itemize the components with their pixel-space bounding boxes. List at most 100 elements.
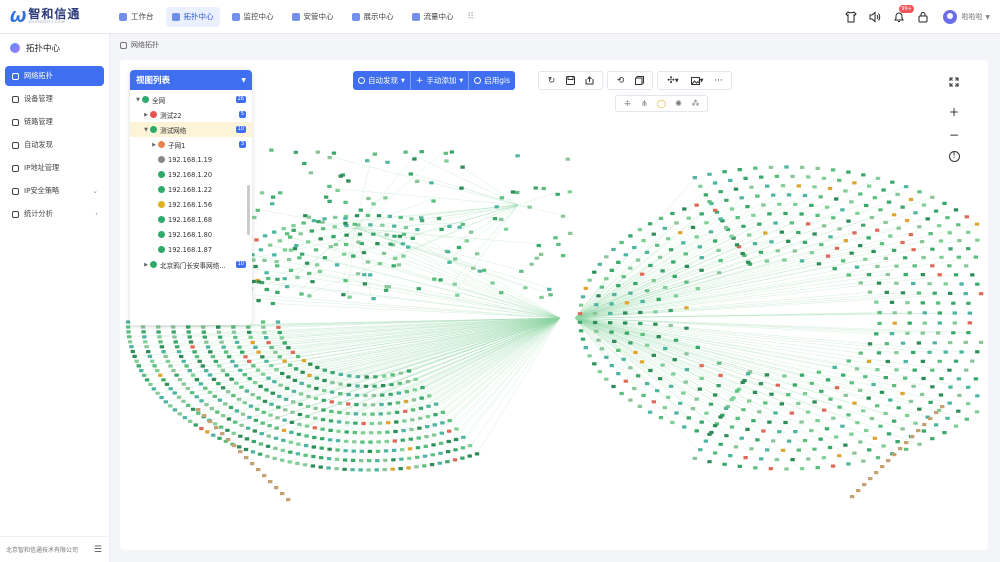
tree-node-label: 北京鸦门长安事网络... [160,261,226,270]
node-count-badge: 5 [238,111,246,118]
nav-item-2[interactable]: 监控中心 [226,7,280,27]
menu-item-icon [12,72,19,80]
notification-badge: 99+ [899,5,914,13]
view-list-header[interactable]: 视图列表 ▼ [130,70,252,90]
collapse-sidebar-icon[interactable]: ☰ [94,545,102,555]
tree-node[interactable]: 192.168.1.19 [130,152,252,167]
sidebar-menu: 网络拓扑设备管理链路管理自动发现 IP地址管理 IP安全策略 ⌄ 统计分析 › [0,62,109,231]
gis-icon [474,77,482,84]
sidebar-item-label: 自动发现 [24,140,53,149]
node-status-icon [158,231,165,238]
main-nav: 工作台 拓扑中心 监控中心 安管中心 展示中心 流量中心 ⠿ [113,0,474,34]
auto-discover-label: 自动发现 [368,76,398,85]
node-count-badge: 3 [238,141,246,148]
nav-item-0[interactable]: 工作台 [113,7,160,27]
nav-item-5[interactable]: 流量中心 [406,7,460,27]
expand-toggle-icon[interactable]: ▶ [150,142,158,148]
node-status-icon [150,126,157,133]
chevron-down-icon[interactable]: ▼ [241,77,246,84]
primary-toolbar: 自动发现 ▼ + 手动添加 ▼ 启用gis [353,71,516,90]
logo-mark-icon: Ѡ [10,7,26,26]
sidebar-item-2[interactable]: 链路管理 [5,112,104,132]
tree-node[interactable]: 192.168.1.87 [130,242,252,257]
node-status-icon [150,261,157,268]
circle-layout-icon[interactable]: ◯ [655,97,668,110]
menu-item-icon [12,141,19,149]
node-status-icon [158,156,165,163]
expand-toggle-icon[interactable]: ▶ [142,262,150,268]
expand-toggle-icon[interactable]: ▶ [142,112,150,118]
user-menu[interactable]: 啦啦啦 ▼ [943,10,990,24]
nav-item-label: 监控中心 [243,12,274,21]
sidebar-item-0[interactable]: 网络拓扑 [5,66,104,86]
view-toolbar: ⟲ [607,71,653,90]
tree-node[interactable]: 192.168.1.68 [130,212,252,227]
tree-node[interactable]: ▶ 北京鸦门长安事网络... 10 [130,257,252,272]
speaker-icon[interactable] [869,11,881,23]
sync-icon[interactable]: ⟲ [613,73,628,88]
nav-item-1[interactable]: 拓扑中心 [165,6,220,27]
breadcrumb: 网络拓扑 [120,40,159,50]
force-layout-icon[interactable]: ⁂ [689,97,702,110]
zoom-out-icon[interactable]: − [949,128,959,142]
radial-layout-icon[interactable]: ✺ [672,97,685,110]
expand-toggle-icon[interactable]: ▼ [134,97,142,103]
tree-node-label: 192.168.1.68 [168,215,213,224]
tree-node[interactable]: ▶ 测试22 5 [130,107,252,122]
avatar [943,10,958,24]
sidebar-item-4[interactable]: IP地址管理 [5,158,104,178]
chevron-icon: ⌄ [92,187,98,195]
tree-node-label: 192.168.1.19 [168,155,213,164]
nav-item-4[interactable]: 展示中心 [346,7,400,27]
sidebar-item-1[interactable]: 设备管理 [5,89,104,109]
sidebar-item-3[interactable]: 自动发现 [5,135,104,155]
menu-item-icon [12,95,19,103]
sidebar-item-5[interactable]: IP安全策略 ⌄ [5,181,104,201]
refresh-icon[interactable]: ↻ [544,73,559,88]
node-status-icon [158,246,165,253]
zoom-controls: + − ! [944,100,964,166]
logo[interactable]: Ѡ 智和信通 ZHIHESOFT.COM [10,6,105,28]
layout-icon[interactable]: ✣ ▼ [663,73,683,88]
node-count-badge: 26 [235,96,246,103]
menu-item-icon [12,187,19,195]
image-icon[interactable]: ▼ [687,73,707,88]
tree-node[interactable]: ▼ 全网 26 [130,92,252,107]
zoom-in-icon[interactable]: + [949,105,959,119]
tree-node[interactable]: ▶ 子网1 3 [130,137,252,152]
export-icon[interactable] [582,73,597,88]
node-status-icon [150,111,157,118]
tree-layout-icon[interactable]: ⋔ [638,97,651,110]
save-icon[interactable] [563,73,578,88]
view-actions: ⟲ [607,71,653,90]
layout-toolbar: ✣ ▼ ▼ ··· [657,71,732,90]
display-icon [351,12,360,21]
node-status-icon [158,216,165,223]
lock-icon[interactable] [917,11,929,23]
topology-canvas[interactable]: 视图列表 ▼ ▼ 全网 26 ▶ 测试22 5 ▼ 测试网络 10 ▶ 子网1 3 192.168.1.… [120,60,988,550]
nav-item-3[interactable]: 安管中心 [286,7,340,27]
info-icon[interactable]: ! [948,150,960,162]
tree-node[interactable]: 192.168.1.22 [130,182,252,197]
sidebar-item-label: IP安全策略 [24,186,60,195]
sidebar-item-6[interactable]: 统计分析 › [5,204,104,224]
tree-node[interactable]: ▼ 测试网络 10 [130,122,252,137]
sidebar-item-label: 设备管理 [24,94,53,103]
enable-gis-button[interactable]: 启用gis [469,71,515,90]
grid-layout-icon[interactable]: ⁜ [621,97,634,110]
tree-node[interactable]: 192.168.1.80 [130,227,252,242]
tree-node[interactable]: 192.168.1.20 [130,167,252,182]
grid-menu-icon[interactable]: ⠿ [468,12,475,22]
expand-toggle-icon[interactable]: ▼ [142,127,150,133]
tree-node[interactable]: 192.168.1.56 [130,197,252,212]
copy-icon[interactable] [632,73,647,88]
breadcrumb-current: 网络拓扑 [131,41,159,49]
bell-icon[interactable]: 99+ [893,5,914,23]
fullscreen-icon[interactable] [944,72,964,92]
auto-discover-button[interactable]: 自动发现 ▼ [353,71,411,90]
more-icon[interactable]: ··· [711,73,726,88]
manual-add-button[interactable]: + 手动添加 ▼ [411,71,470,90]
scrollbar[interactable] [247,185,250,235]
tshirt-icon[interactable] [845,11,858,23]
node-status-icon [158,186,165,193]
